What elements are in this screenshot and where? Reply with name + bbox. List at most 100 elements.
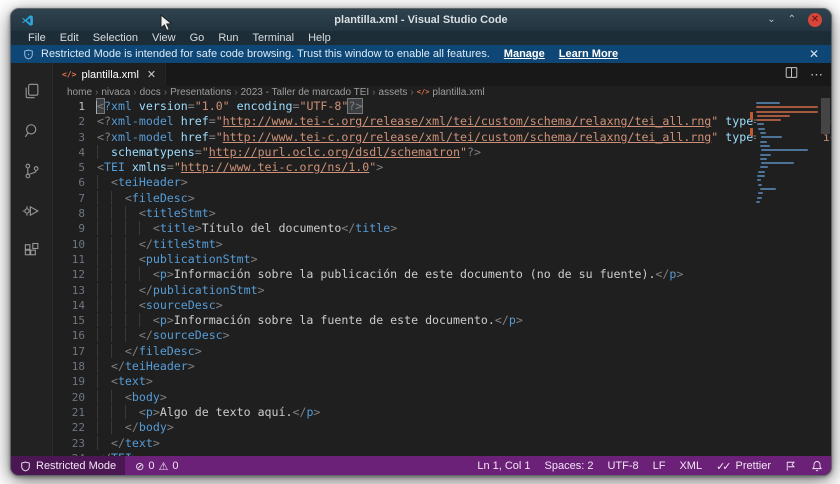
chevron-right-icon: › (95, 87, 98, 98)
breadcrumb-item[interactable]: nivaca (101, 87, 130, 98)
status-encoding[interactable]: UTF-8 (607, 460, 638, 472)
line-number: 10 (53, 237, 85, 252)
minimap-line (760, 158, 767, 160)
text-cursor (96, 101, 97, 114)
run-and-debug-icon[interactable] (11, 191, 53, 231)
status-eol[interactable]: LF (653, 460, 666, 472)
menu-terminal[interactable]: Terminal (246, 32, 302, 44)
code-line[interactable]: 16 </sourceDesc> (53, 328, 831, 343)
mouse-cursor (160, 14, 174, 32)
code-line[interactable]: 4 schematypens="http://purl.oclc.org/dsd… (53, 145, 831, 160)
minimap-line (758, 192, 762, 194)
feedback-flag-icon[interactable] (785, 460, 797, 472)
code-line[interactable]: 2<?xml-model href="http://www.tei-c.org/… (53, 114, 831, 129)
code-text: <body> (97, 390, 167, 405)
split-editor-icon[interactable] (785, 66, 798, 84)
code-line[interactable]: 19 <text> (53, 374, 831, 389)
line-number: 4 (53, 145, 85, 160)
banner-message: Restricted Mode is intended for safe cod… (41, 48, 490, 60)
status-indentation[interactable]: Spaces: 2 (545, 460, 594, 472)
minimize-icon[interactable]: ⌄ (767, 15, 775, 25)
line-number: 11 (53, 252, 85, 267)
banner-close-icon[interactable]: ✕ (809, 47, 819, 61)
status-language-mode[interactable]: XML (679, 460, 702, 472)
source-control-icon[interactable] (11, 151, 53, 191)
notifications-bell-icon[interactable] (811, 460, 823, 472)
maximize-icon[interactable]: ⌃ (788, 15, 796, 25)
code-line[interactable]: 11 <publicationStmt> (53, 252, 831, 267)
tab-strip: </> plantilla.xml ✕ ⋯ (53, 63, 831, 86)
menu-view[interactable]: View (145, 32, 183, 44)
minimap-line (756, 111, 818, 113)
minimap-line (761, 162, 794, 164)
line-number: 13 (53, 283, 85, 298)
code-line[interactable]: 17 </fileDesc> (53, 344, 831, 359)
explorer-icon[interactable] (11, 71, 53, 111)
minimap[interactable] (756, 98, 823, 456)
minimap-line (760, 166, 768, 168)
extensions-icon[interactable] (11, 231, 53, 271)
minimap-line (760, 141, 767, 143)
breadcrumb-item[interactable]: plantilla.xml (432, 87, 484, 98)
minimap-line (756, 102, 780, 104)
code-line[interactable]: 15 <p>Información sobre la fuente de est… (53, 313, 831, 328)
code-line[interactable]: 1<?xml version="1.0" encoding="UTF-8"?> (53, 99, 831, 114)
code-line[interactable]: 8 <titleStmt> (53, 206, 831, 221)
breadcrumb-item[interactable]: Presentations (170, 87, 231, 98)
code-line[interactable]: 7 <fileDesc> (53, 191, 831, 206)
menu-go[interactable]: Go (183, 32, 212, 44)
breadcrumb-item[interactable]: docs (140, 87, 161, 98)
menu-file[interactable]: File (21, 32, 53, 44)
minimap-line (757, 197, 761, 199)
learn-more-link[interactable]: Learn More (559, 48, 618, 60)
code-text: <?xml-model href="http://www.tei-c.org/r… (97, 114, 831, 129)
code-line[interactable]: 13 </publicationStmt> (53, 283, 831, 298)
code-line[interactable]: 10 </titleStmt> (53, 237, 831, 252)
tab-plantilla-xml[interactable]: </> plantilla.xml ✕ (53, 63, 166, 86)
close-window-icon[interactable]: ✕ (808, 13, 822, 27)
manage-link[interactable]: Manage (504, 48, 545, 60)
minimap-line (760, 188, 776, 190)
line-number: 16 (53, 328, 85, 343)
breadcrumb: home›nivaca›docs›Presentations›2023 - Ta… (53, 86, 831, 98)
status-cursor-position[interactable]: Ln 1, Col 1 (477, 460, 530, 472)
code-line[interactable]: 6 <teiHeader> (53, 175, 831, 190)
menu-run[interactable]: Run (211, 32, 245, 44)
title-bar[interactable]: plantilla.xml - Visual Studio Code ⌄ ⌃ ✕ (11, 9, 831, 31)
vertical-scrollbar[interactable] (821, 98, 830, 134)
tab-close-icon[interactable]: ✕ (147, 68, 156, 81)
code-line[interactable]: 5<TEI xmlns="http://www.tei-c.org/ns/1.0… (53, 160, 831, 175)
line-number: 12 (53, 267, 85, 282)
code-line[interactable]: 20 <body> (53, 390, 831, 405)
status-formatter-prettier[interactable]: ✓✓Prettier (716, 460, 771, 473)
breadcrumb-item[interactable]: 2023 - Taller de marcado TEI (241, 87, 370, 98)
errors-icon: ⊘ (135, 460, 144, 473)
problems-badge[interactable]: ⊘ 0 ⚠ 0 (125, 460, 188, 473)
minimap-line (756, 106, 818, 108)
more-actions-icon[interactable]: ⋯ (810, 67, 823, 83)
breadcrumb-item[interactable]: assets (379, 87, 408, 98)
line-number: 8 (53, 206, 85, 221)
menu-bar: FileEditSelectionViewGoRunTerminalHelp (11, 31, 831, 45)
code-line[interactable]: 23 </text> (53, 436, 831, 451)
code-line[interactable]: 18 </teiHeader> (53, 359, 831, 374)
code-line[interactable]: 14 <sourceDesc> (53, 298, 831, 313)
minimap-line (758, 171, 765, 173)
code-line[interactable]: 9 <title>Título del documento</title> (53, 221, 831, 236)
chevron-right-icon: › (410, 87, 413, 98)
menu-edit[interactable]: Edit (53, 32, 86, 44)
code-line[interactable]: 12 <p>Información sobre la publicación d… (53, 267, 831, 282)
menu-selection[interactable]: Selection (86, 32, 145, 44)
xml-file-icon: </> (62, 70, 76, 79)
code-line[interactable]: 22 </body> (53, 420, 831, 435)
code-line[interactable]: 21 <p>Algo de texto aquí.</p> (53, 405, 831, 420)
restricted-mode-badge[interactable]: Restricted Mode (11, 456, 125, 476)
search-icon[interactable] (11, 111, 53, 151)
code-text: schematypens="http://purl.oclc.org/dsdl/… (97, 145, 481, 160)
code-editor[interactable]: 1<?xml version="1.0" encoding="UTF-8"?>2… (53, 98, 831, 456)
activity-bar (11, 63, 53, 456)
breadcrumb-item[interactable]: home (67, 87, 92, 98)
code-text: <fileDesc> (97, 191, 195, 206)
code-line[interactable]: 3<?xml-model href="http://www.tei-c.org/… (53, 130, 831, 145)
menu-help[interactable]: Help (301, 32, 338, 44)
